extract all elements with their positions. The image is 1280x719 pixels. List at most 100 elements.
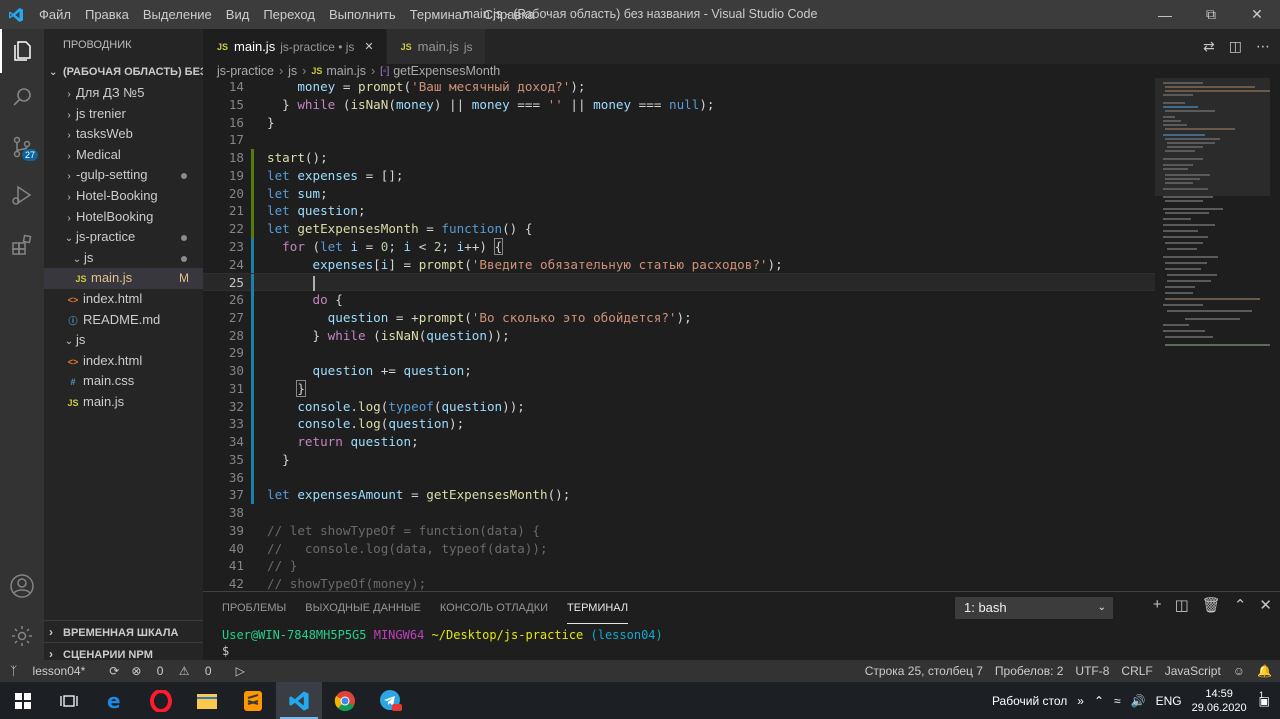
sublime-text-icon[interactable] [230,682,276,719]
problems-status[interactable]: ⊗ 0 ⚠ 0 [131,664,223,678]
volume-icon[interactable]: 🔊 [1131,694,1146,708]
task-view-icon[interactable] [46,682,92,719]
js-file-icon: JS [400,41,412,52]
new-terminal-icon[interactable]: + [1153,596,1162,614]
file-explorer-icon[interactable] [184,682,230,719]
close-panel-icon[interactable]: ✕ [1259,596,1272,614]
notifications-icon[interactable]: ▣ 1 [1259,690,1270,708]
menu-terminal[interactable]: Терминал [403,7,477,22]
encoding[interactable]: UTF-8 [1075,664,1109,678]
breadcrumb-item[interactable]: js [288,64,297,78]
windows-taskbar: e Рабочий стол » ⌃ ≈ 🔊 ENG 14:59 29.06.2… [0,682,1280,719]
tree-file[interactable]: <> index.html [44,351,203,372]
timeline-header[interactable]: › ВРЕМЕННАЯ ШКАЛА [44,620,203,642]
tab-main-js[interactable]: JS main.js js [386,29,486,64]
chevron-right-icon[interactable]: » [1077,694,1084,708]
restore-icon[interactable]: ⧉ [1188,0,1234,29]
minimap[interactable] [1155,78,1280,591]
vscode-taskbar-icon[interactable] [276,682,322,719]
settings-gear-icon[interactable] [0,614,44,658]
source-control-icon[interactable]: 27 [0,125,44,169]
minimize-icon[interactable]: — [1142,0,1188,29]
tree-folder[interactable]: › tasksWeb [44,124,203,145]
line-ending[interactable]: CRLF [1121,664,1152,678]
code-line: 35 } [228,450,290,469]
chevron-right-icon: › [67,191,71,203]
explorer-sidebar: ПРОВОДНИК ⌄(РАБОЧАЯ ОБЛАСТЬ) БЕЗ ... ›Дл… [44,29,203,661]
code-line: 26 do { [228,291,343,309]
menu-view[interactable]: Вид [219,7,257,22]
tree-file[interactable]: # main.css [44,371,203,392]
tree-file-selected[interactable]: JS main.js M [44,268,203,289]
search-icon[interactable] [0,75,44,119]
tree-file[interactable]: <> index.html [44,289,203,310]
bell-icon[interactable]: 🔔 [1257,664,1272,678]
tree-folder[interactable]: ⌄ js [44,248,203,269]
menu-file[interactable]: Файл [32,7,78,22]
trash-icon[interactable]: 🗑 [1202,596,1221,614]
menu-edit[interactable]: Правка [78,7,136,22]
menu-go[interactable]: Переход [256,7,322,22]
telegram-icon[interactable] [368,682,414,719]
editor-tabs: JS main.js js-practice • js ✕ JS main.js… [203,29,1280,64]
show-hidden-icons[interactable]: ⌃ [1094,694,1104,708]
tree-folder[interactable]: › Для ДЗ №5 [44,83,203,104]
editor-actions: ⇄ ◫ ⋯ [1189,29,1270,64]
tree-folder[interactable]: › Hotel-Booking [44,186,203,207]
wifi-icon[interactable]: ≈ [1114,694,1121,708]
split-terminal-icon[interactable]: ◫ [1175,596,1189,614]
breadcrumb-item[interactable]: js-practice [217,64,274,78]
tree-folder[interactable]: ⌄ js-practice [44,227,203,248]
tab-main-js-active[interactable]: JS main.js js-practice • js ✕ [203,29,387,64]
run-icon[interactable]: ▷ [236,664,245,678]
tree-folder[interactable]: › HotelBooking [44,207,203,228]
breadcrumb-item[interactable]: main.js [326,64,366,78]
tree-file[interactable]: ⓘ README.md [44,310,203,331]
maximize-panel-icon[interactable]: ⌃ [1234,596,1247,614]
tab-output[interactable]: ВЫХОДНЫЕ ДАННЫЕ [305,592,421,624]
language-indicator[interactable]: ENG [1156,694,1182,708]
more-actions-icon[interactable]: ⋯ [1256,38,1270,55]
html-file-icon: <> [67,294,79,305]
chrome-browser-icon[interactable] [322,682,368,719]
bottom-panel: ПРОБЛЕМЫ ВЫХОДНЫЕ ДАННЫЕ КОНСОЛЬ ОТЛАДКИ… [203,591,1280,660]
tab-debug-console[interactable]: КОНСОЛЬ ОТЛАДКИ [440,592,548,624]
opera-browser-icon[interactable] [138,682,184,719]
menu-help[interactable]: Справка [477,7,542,22]
info-file-icon: ⓘ [68,315,78,326]
compare-changes-icon[interactable]: ⇄ [1203,38,1215,55]
run-debug-icon[interactable] [0,173,44,217]
svg-text:e: e [107,690,121,712]
indentation[interactable]: Пробелов: 2 [995,664,1064,678]
language-mode[interactable]: JavaScript [1165,664,1221,678]
explorer-icon[interactable] [0,29,44,73]
tree-folder[interactable]: › js trenier [44,104,203,125]
terminal-output[interactable]: User@WIN-7848MH5P5G5 MINGW64 ~/Desktop/j… [222,627,663,659]
close-icon[interactable]: ✕ [1234,0,1280,29]
git-branch[interactable]: ᛉ lesson04* [10,664,97,678]
tree-folder[interactable]: › Medical [44,145,203,166]
edge-browser-icon[interactable]: e [92,682,138,719]
tab-terminal[interactable]: ТЕРМИНАЛ [567,592,629,624]
tree-folder[interactable]: ⌄ js [44,330,203,351]
menu-run[interactable]: Выполнить [322,7,403,22]
breadcrumb-item[interactable]: getExpensesMonth [393,64,500,78]
workspace-header[interactable]: ⌄(РАБОЧАЯ ОБЛАСТЬ) БЕЗ ... [44,61,203,83]
sync-icon[interactable]: ⟳ [109,664,119,678]
account-icon[interactable] [0,564,44,608]
cursor-position[interactable]: Строка 25, столбец 7 [865,664,983,678]
windows-start-icon[interactable] [0,682,46,719]
extensions-icon[interactable] [0,223,44,267]
clock[interactable]: 14:59 29.06.2020 [1192,687,1247,715]
tree-file[interactable]: JS main.js [44,392,203,413]
split-editor-icon[interactable]: ◫ [1229,38,1242,55]
tab-problems[interactable]: ПРОБЛЕМЫ [222,592,286,624]
code-editor[interactable]: 14 money = prompt('Ваш месячный доход?')… [203,78,1155,591]
close-icon[interactable]: ✕ [364,40,373,53]
tree-folder[interactable]: › -gulp-setting [44,165,203,186]
modified-dot-icon [181,255,187,262]
terminal-select[interactable]: 1: bash ⌄ [955,597,1113,619]
desktop-toolbar-label[interactable]: Рабочий стол [992,694,1067,708]
feedback-icon[interactable]: ☺ [1233,664,1245,678]
menu-selection[interactable]: Выделение [136,7,219,22]
